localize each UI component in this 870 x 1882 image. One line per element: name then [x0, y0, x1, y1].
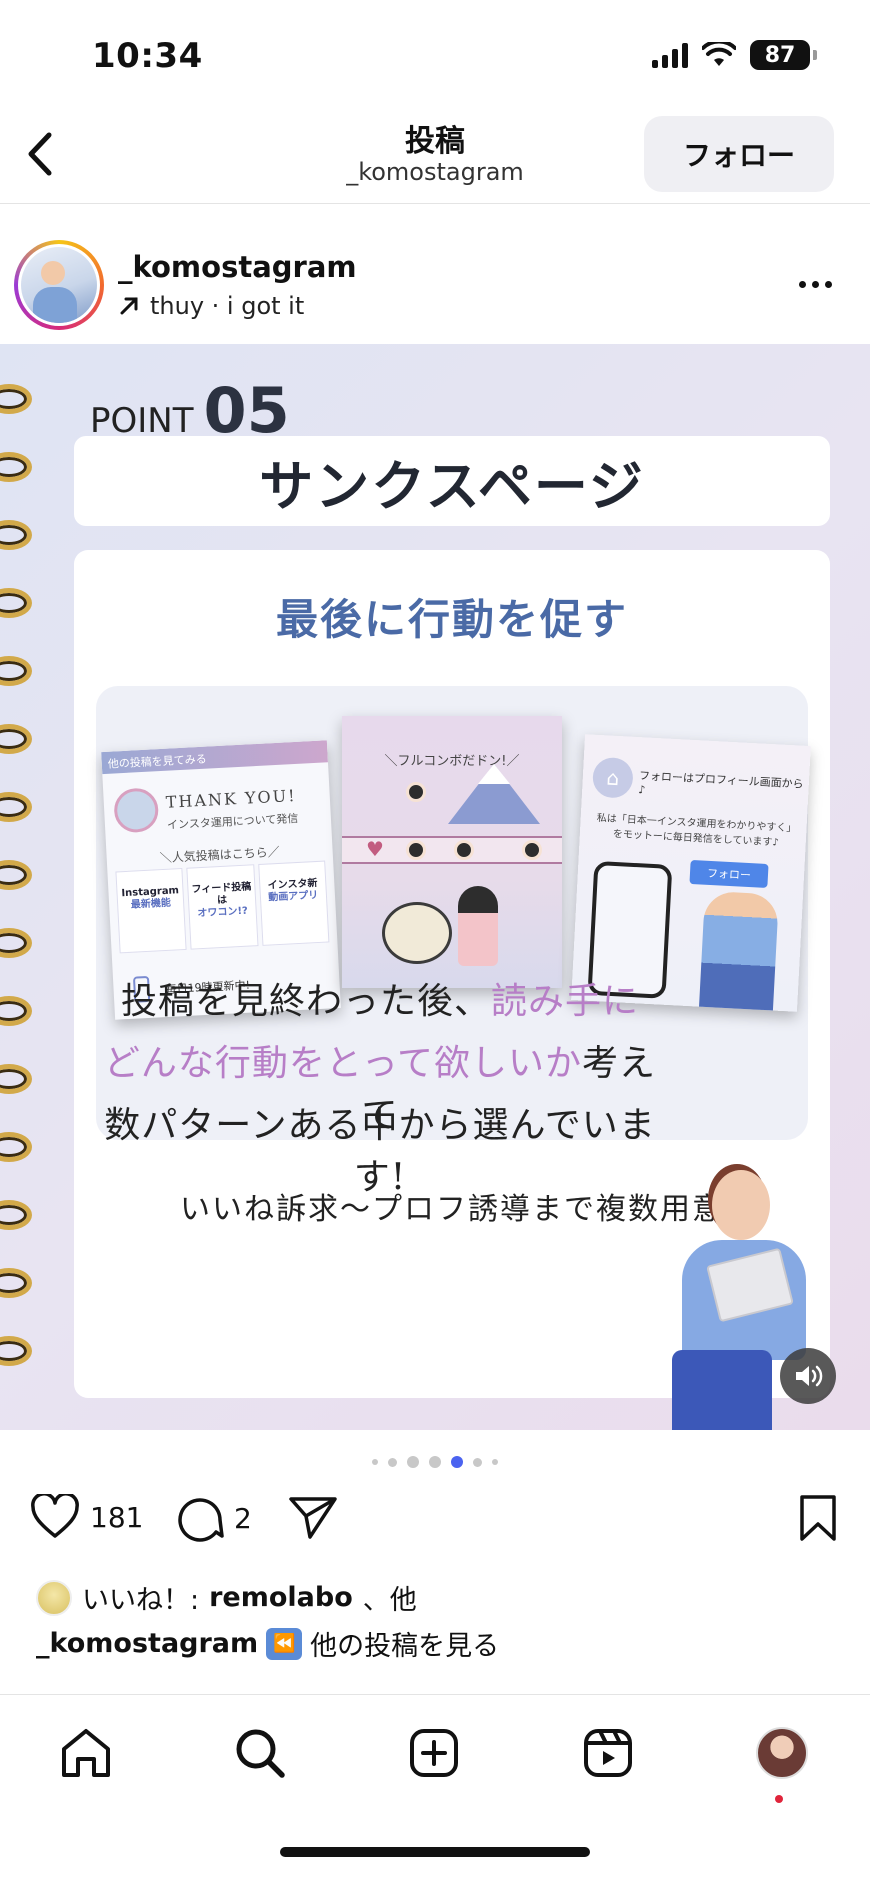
carousel-dot-active [451, 1456, 463, 1468]
drum-cat-illustration [382, 902, 452, 964]
thumb-banner: 他の投稿を見てみる [101, 740, 328, 775]
character-icon [522, 840, 542, 860]
audio-title: thuy · i got it [150, 292, 305, 320]
home-outline-icon: ⌂ [591, 756, 634, 799]
tab-reels[interactable] [578, 1723, 638, 1783]
liker-username[interactable]: remolabo [209, 1582, 353, 1613]
slide-title: サンクスページ [74, 436, 830, 526]
rewind-icon: ⏪ [266, 1627, 303, 1660]
story-avatar[interactable] [14, 240, 104, 330]
comment-count: 2 [234, 1501, 252, 1535]
notebook-rings [0, 384, 36, 1404]
create-icon [410, 1729, 458, 1777]
thumb-card: Instagram 最新機能 [115, 867, 187, 954]
send-icon [289, 1497, 337, 1539]
nav-header: 投稿 _komostagram フォロー [0, 110, 870, 204]
sound-toggle-button[interactable] [780, 1348, 836, 1404]
battery-icon: 87 [750, 40, 817, 70]
slide-heading: 最後に行動を促す [275, 595, 628, 644]
like-count: 181 [90, 1500, 144, 1534]
carousel-dot [492, 1459, 498, 1465]
comment-button[interactable]: 2 [176, 1494, 252, 1542]
status-bar: 10:34 87 [0, 0, 870, 110]
like-button[interactable]: 181 [30, 1494, 143, 1540]
carousel-dot [473, 1457, 482, 1467]
more-options-button[interactable] [790, 266, 840, 302]
reels-icon [584, 1729, 632, 1777]
person-photo [698, 890, 779, 1012]
bookmark-icon [800, 1495, 836, 1541]
post-image[interactable]: POINT 05 サンクスページ 最後に行動を促す 他の投稿を見てみる THAN… [0, 344, 870, 1430]
thumb-follow-button: フォロー [689, 859, 769, 889]
comment-icon [178, 1498, 224, 1542]
thumb-card: フィード投稿は オワコン!? [186, 864, 259, 950]
message-line-1: 投稿を見終わった後、読み手に [120, 981, 640, 1022]
carousel-dot [388, 1457, 397, 1467]
wifi-icon [702, 42, 736, 66]
notification-dot [775, 1795, 783, 1803]
home-icon [62, 1729, 110, 1777]
status-time: 10:34 [92, 36, 203, 76]
post-header: _komostagram thuy · i got it [0, 236, 870, 336]
save-button[interactable] [798, 1494, 838, 1542]
message-line-3: 数パターンある中から選んでいます! [104, 1105, 656, 1198]
likes-summary[interactable]: いいね！: remolabo 、他 [36, 1578, 417, 1617]
search-icon [236, 1729, 285, 1778]
bottom-tab-bar [0, 1694, 870, 1882]
speaker-icon [796, 1365, 823, 1387]
heart-icon: ♥ [366, 837, 384, 861]
thumb-avatar [113, 787, 160, 834]
carousel-dot [372, 1459, 378, 1465]
tab-profile[interactable] [752, 1723, 812, 1783]
heart-icon [31, 1494, 79, 1538]
arrow-up-right-icon [120, 297, 138, 315]
caption-text: 他の投稿を見る [310, 1631, 500, 1662]
profile-avatar [756, 1727, 808, 1779]
audio-link[interactable]: thuy · i got it [118, 292, 304, 320]
thumb-card: インスタ新 動画アプリ [257, 860, 330, 946]
home-indicator[interactable] [280, 1847, 590, 1857]
carousel-indicator [0, 1456, 870, 1468]
cellular-signal-icon [652, 42, 688, 68]
carousel-dot [407, 1456, 419, 1468]
carousel-dot [429, 1456, 441, 1468]
liker-avatar [36, 1579, 72, 1616]
follow-button[interactable]: フォロー [644, 116, 834, 192]
thumbnail-follow: ⌂ フォローはプロフィール画面から♪ 私は「日本一インスタ運用をわかりやすく」を… [571, 734, 811, 1012]
post-actions: 181 2 [0, 1494, 870, 1554]
tab-home[interactable] [56, 1723, 116, 1783]
avatar [21, 247, 97, 323]
post-caption: _komostagram ⏪ 他の投稿を見る [36, 1624, 499, 1663]
thumbnail-illustration: ＼フルコンボだドン!／ ♥ [342, 716, 562, 988]
caption-username[interactable]: _komostagram [36, 1628, 258, 1659]
girl-illustration [458, 886, 498, 966]
character-icon [454, 840, 474, 860]
status-icons: 87 [652, 40, 817, 70]
character-icon [406, 840, 426, 860]
post-username[interactable]: _komostagram [118, 250, 357, 284]
character-icon [406, 782, 426, 802]
share-button[interactable] [288, 1494, 338, 1540]
tab-create[interactable] [404, 1723, 464, 1783]
tab-search[interactable] [230, 1723, 290, 1783]
